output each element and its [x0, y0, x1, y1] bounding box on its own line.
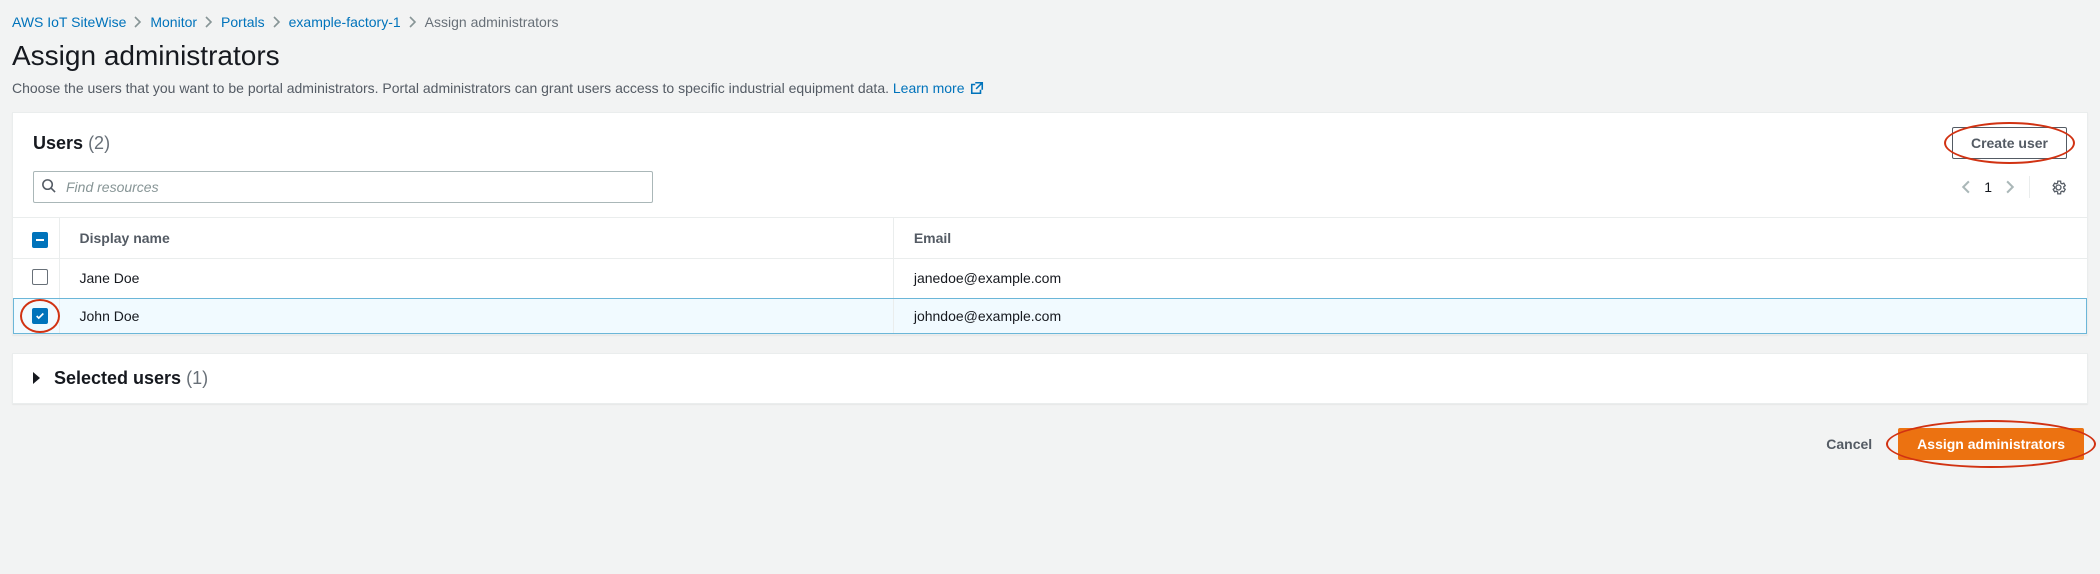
learn-more-link[interactable]: Learn more	[893, 80, 984, 96]
pagination: 1	[1961, 176, 2067, 198]
table-row[interactable]: John Doe johndoe@example.com	[13, 298, 2087, 334]
caret-right-icon	[33, 372, 40, 384]
cell-email: janedoe@example.com	[893, 258, 2087, 298]
prev-page-button[interactable]	[1961, 180, 1970, 194]
search-icon	[41, 178, 56, 196]
cell-display-name: Jane Doe	[59, 258, 893, 298]
divider	[2029, 176, 2030, 198]
breadcrumb-current: Assign administrators	[425, 14, 559, 30]
breadcrumb: AWS IoT SiteWise Monitor Portals example…	[12, 14, 2088, 30]
next-page-button[interactable]	[2006, 180, 2015, 194]
chevron-right-icon	[409, 16, 417, 28]
footer-actions: Cancel Assign administrators	[12, 422, 2088, 460]
chevron-right-icon	[205, 16, 213, 28]
cell-display-name: John Doe	[59, 298, 893, 334]
selected-users-count: (1)	[186, 368, 208, 388]
page-title: Assign administrators	[12, 40, 2088, 72]
column-header-display-name[interactable]: Display name	[59, 218, 893, 259]
row-checkbox[interactable]	[32, 308, 48, 324]
page-subtitle: Choose the users that you want to be por…	[12, 80, 2088, 98]
breadcrumb-link-sitewise[interactable]: AWS IoT SiteWise	[12, 14, 126, 30]
users-count: (2)	[88, 133, 110, 153]
search-input-wrapper	[33, 171, 653, 203]
assign-administrators-button[interactable]: Assign administrators	[1898, 428, 2084, 460]
cell-email: johndoe@example.com	[893, 298, 2087, 334]
users-panel-title: Users (2)	[33, 133, 110, 154]
breadcrumb-link-portal-name[interactable]: example-factory-1	[289, 14, 401, 30]
subtitle-text: Choose the users that you want to be por…	[12, 80, 893, 96]
page-number: 1	[1984, 179, 1992, 195]
search-input[interactable]	[33, 171, 653, 203]
breadcrumb-link-monitor[interactable]: Monitor	[150, 14, 197, 30]
users-table: Display name Email Jane Doe janedoe@exam…	[13, 217, 2087, 334]
row-checkbox[interactable]	[32, 269, 48, 285]
cancel-button[interactable]: Cancel	[1812, 428, 1886, 460]
selected-users-title: Selected users	[54, 368, 181, 388]
settings-button[interactable]	[2050, 179, 2067, 196]
chevron-right-icon	[134, 16, 142, 28]
selected-users-toggle[interactable]: Selected users (1)	[33, 368, 2067, 389]
chevron-right-icon	[273, 16, 281, 28]
table-row[interactable]: Jane Doe janedoe@example.com	[13, 258, 2087, 298]
create-user-button[interactable]: Create user	[1952, 127, 2067, 159]
select-all-checkbox[interactable]	[32, 232, 48, 248]
users-panel: Users (2) Create user 1	[12, 112, 2088, 335]
breadcrumb-link-portals[interactable]: Portals	[221, 14, 265, 30]
column-header-email[interactable]: Email	[893, 218, 2087, 259]
selected-users-panel: Selected users (1)	[12, 353, 2088, 404]
external-link-icon	[970, 81, 984, 98]
